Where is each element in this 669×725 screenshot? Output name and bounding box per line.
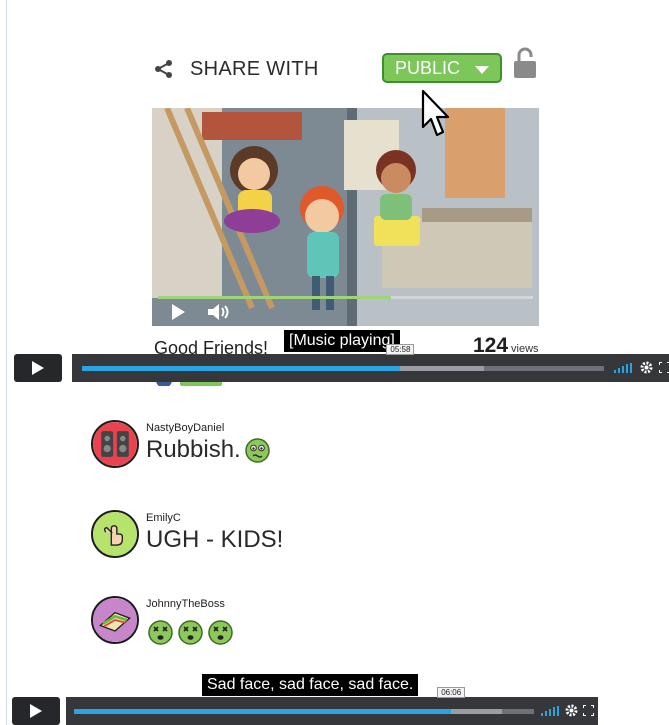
- dizzy-face-icon: [208, 620, 233, 645]
- thumbnail-progress[interactable]: [158, 296, 533, 299]
- emoji-row: [148, 620, 238, 645]
- seek-bar-played: [82, 366, 401, 371]
- play-icon[interactable]: [172, 304, 185, 320]
- playhead-time: 06:06: [437, 687, 466, 698]
- hand-avatar[interactable]: [91, 510, 139, 558]
- mouse-cursor-icon: [421, 89, 450, 137]
- playhead-time: 05:58: [386, 344, 415, 355]
- comment-username[interactable]: JohnnyTheBoss: [146, 598, 225, 610]
- thumbnail-progress-fill: [158, 296, 391, 299]
- comment-username[interactable]: NastyBoyDaniel: [146, 422, 224, 434]
- comment-body: Rubbish.: [146, 436, 241, 463]
- dizzy-face-icon: [178, 620, 203, 645]
- sick-face-icon: [244, 437, 270, 463]
- seek-bar-played: [74, 709, 452, 714]
- share-row: SHARE WITH: [154, 52, 319, 86]
- player-track: 05:58: [72, 344, 669, 382]
- player-track: 06:06: [66, 687, 598, 725]
- comment-body: UGH - KIDS!: [146, 526, 284, 553]
- divider: [6, 388, 7, 725]
- dizzy-face-icon: [148, 620, 173, 645]
- sandwich-avatar[interactable]: [91, 596, 139, 644]
- gear-icon[interactable]: [640, 361, 653, 374]
- visibility-select[interactable]: PUBLIC: [382, 53, 502, 83]
- visibility-value: PUBLIC: [395, 57, 461, 78]
- comment-username[interactable]: EmilyC: [146, 512, 181, 524]
- play-button[interactable]: [14, 354, 62, 382]
- caption-text: [Music playing]: [284, 330, 400, 352]
- play-button[interactable]: [12, 697, 60, 725]
- volume-icon[interactable]: [541, 706, 559, 716]
- chevron-down-icon: [475, 66, 489, 74]
- video-player-bar: 06:06: [12, 687, 598, 725]
- thumbnail-controls: [152, 292, 539, 326]
- play-icon: [30, 704, 42, 718]
- volume-icon[interactable]: [614, 363, 632, 373]
- comment-text: Rubbish.: [146, 436, 270, 464]
- video-thumbnail[interactable]: [152, 108, 539, 326]
- unlock-icon[interactable]: [512, 46, 538, 80]
- share-icon[interactable]: [154, 59, 174, 79]
- divider: [6, 0, 7, 388]
- fullscreen-icon[interactable]: [583, 705, 594, 716]
- gear-icon[interactable]: [565, 704, 578, 717]
- play-icon: [32, 361, 44, 375]
- comment-text: UGH - KIDS!: [146, 526, 283, 554]
- volume-icon[interactable]: [208, 303, 230, 321]
- speaker-avatar[interactable]: [91, 420, 139, 468]
- fullscreen-icon[interactable]: [659, 362, 669, 373]
- video-player-bar: 05:58: [14, 344, 669, 382]
- caption-text: Sad face, sad face, sad face.: [202, 674, 419, 696]
- share-label: SHARE WITH: [190, 57, 319, 80]
